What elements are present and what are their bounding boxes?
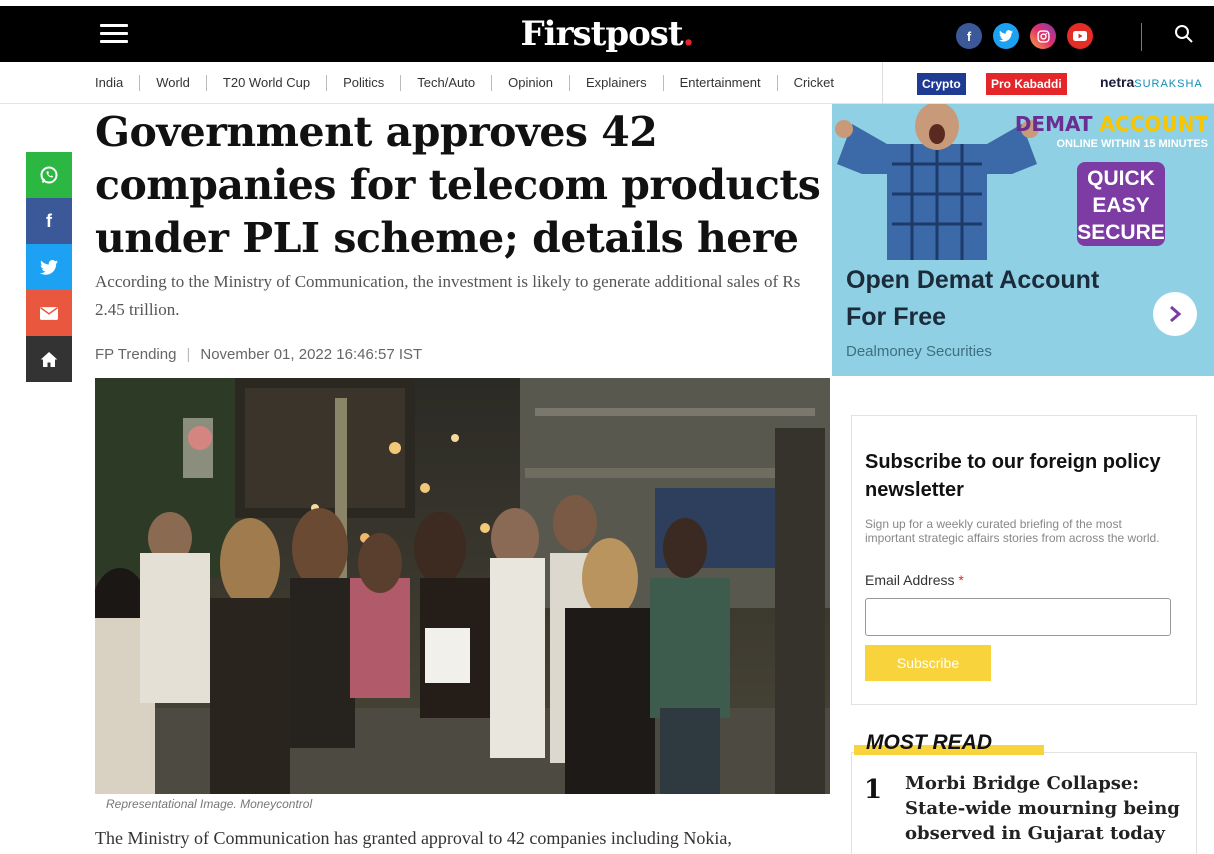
article-body: The Ministry of Communication has grante…	[95, 828, 732, 848]
author-link[interactable]: FP Trending	[95, 346, 176, 363]
ad-secure: SECURE	[1077, 221, 1165, 244]
logo-text: Firstpost	[520, 14, 684, 54]
ad-demat-word: DEMAT	[1014, 112, 1093, 136]
nav-item-opinion[interactable]: Opinion	[492, 75, 570, 91]
netra-rest: SURAKSHA	[1134, 78, 1203, 90]
header-divider	[1141, 23, 1142, 51]
hero-image	[95, 378, 830, 794]
search-icon[interactable]	[1174, 24, 1196, 46]
twitter-icon[interactable]	[26, 244, 72, 290]
nav-badge-pro-kabaddi[interactable]: Pro Kabaddi	[986, 73, 1067, 95]
facebook-icon[interactable]: f	[26, 198, 72, 244]
nav-item-explainers[interactable]: Explainers	[570, 75, 664, 91]
nav-netra-suraksha[interactable]: netraSURAKSHA	[1100, 74, 1203, 90]
most-read-heading: MOST READ	[866, 731, 992, 754]
ad-title-line1: Open Demat Account	[846, 266, 1100, 294]
twitter-icon[interactable]	[993, 23, 1019, 49]
ad-quick-box: QUICK EASY SECURE	[1077, 162, 1165, 246]
most-read-rank: 1	[864, 775, 883, 805]
logo-dot: .	[682, 14, 695, 54]
ad-sponsor: Dealmoney Securities	[846, 343, 992, 360]
facebook-icon[interactable]: f	[956, 23, 982, 49]
nav-item-world[interactable]: World	[140, 75, 207, 91]
category-nav: India World T20 World Cup Politics Tech/…	[0, 62, 1214, 104]
mail-icon[interactable]	[26, 290, 72, 336]
instagram-icon[interactable]	[1030, 23, 1056, 49]
nav-item-tech-auto[interactable]: Tech/Auto	[401, 75, 493, 91]
home-icon[interactable]	[26, 336, 72, 382]
chevron-right-icon[interactable]	[1153, 292, 1197, 336]
article-headline: Government approves 42 companies for tel…	[95, 108, 821, 262]
ad-easy: EASY	[1092, 194, 1150, 217]
image-caption: Representational Image. Moneycontrol	[106, 797, 313, 811]
ad-online-text: ONLINE WITHIN 15 MINUTES	[1056, 138, 1208, 150]
nav-item-entertainment[interactable]: Entertainment	[664, 75, 778, 91]
social-links: f	[956, 23, 1093, 49]
newsletter-description: Sign up for a weekly curated briefing of…	[865, 517, 1160, 545]
youtube-icon[interactable]	[1067, 23, 1093, 49]
whatsapp-icon[interactable]	[26, 152, 72, 198]
nav-divider	[882, 62, 883, 104]
netra-bold: netra	[1100, 74, 1135, 90]
subscribe-button[interactable]: Subscribe	[865, 645, 991, 681]
nav-items: India World T20 World Cup Politics Tech/…	[95, 75, 850, 91]
most-read-widget: MOST READ 1 Morbi Bridge Collapse: State…	[851, 725, 1197, 854]
email-label-text: Email Address	[865, 572, 955, 588]
ad-title-line2: For Free	[846, 303, 947, 331]
nav-item-india[interactable]: India	[95, 75, 141, 91]
top-bar: Firstpost. f	[0, 6, 1214, 62]
email-field[interactable]	[865, 598, 1171, 636]
newsletter-widget: Subscribe to our foreign policy newslett…	[851, 415, 1197, 705]
demat-ad[interactable]: DEMAT ACCOUNT ONLINE WITHIN 15 MINUTES Q…	[832, 104, 1214, 376]
nav-item-cricket[interactable]: Cricket	[778, 75, 850, 91]
ad-demat-heading: DEMAT ACCOUNT	[1015, 112, 1208, 136]
required-mark: *	[958, 572, 964, 588]
ad-title: Open Demat Account For Free	[846, 262, 1099, 336]
email-label: Email Address *	[865, 572, 964, 588]
byline: FP Trending | November 01, 2022 16:46:57 I…	[95, 346, 423, 363]
publish-date: November 01, 2022 16:46:57 IST	[200, 346, 423, 363]
article-subhead: According to the Ministry of Communicati…	[95, 272, 801, 319]
most-read-item-title[interactable]: Morbi Bridge Collapse: State-wide mourni…	[905, 771, 1185, 846]
ad-quick: QUICK	[1087, 167, 1155, 190]
share-rail: f	[26, 152, 72, 382]
newsletter-title: Subscribe to our foreign policy newslett…	[865, 451, 1161, 501]
nav-item-politics[interactable]: Politics	[327, 75, 402, 91]
nav-badge-crypto[interactable]: Crypto	[917, 73, 966, 95]
ad-account-word: ACCOUNT	[1099, 112, 1208, 136]
nav-item-t20[interactable]: T20 World Cup	[207, 75, 328, 91]
